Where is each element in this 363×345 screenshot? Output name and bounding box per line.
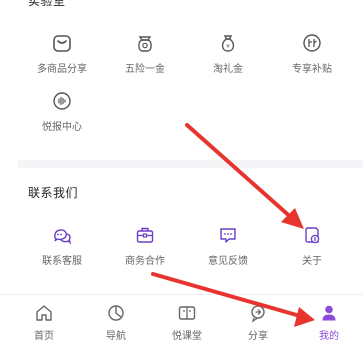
- social-insurance-item[interactable]: 五险一金: [109, 32, 181, 75]
- tab-home[interactable]: 首页: [14, 303, 74, 342]
- subsidy-label: 专享补贴: [292, 64, 332, 75]
- tab-share-label: 分享: [248, 331, 268, 342]
- tab-share[interactable]: 分享: [228, 303, 288, 342]
- taolijin-item[interactable]: ¥ 淘礼金: [192, 32, 264, 75]
- report-center-label: 悦报中心: [42, 122, 82, 133]
- tab-home-label: 首页: [34, 331, 54, 342]
- tab-classroom[interactable]: 悦课堂: [157, 303, 217, 342]
- tab-profile[interactable]: 我的: [299, 303, 359, 342]
- customer-service-icon: [54, 229, 72, 245]
- lab-section-title: 实验室: [28, 0, 66, 8]
- taolijin-label: 淘礼金: [213, 64, 243, 75]
- navigation-icon: [108, 305, 124, 321]
- customer-service-label: 联系客服: [42, 256, 82, 267]
- business-cooperation-label: 商务合作: [125, 256, 165, 267]
- about-item[interactable]: 关于: [276, 224, 348, 267]
- tab-navigation[interactable]: 导航: [86, 303, 146, 342]
- multi-product-share-item[interactable]: 多商品分享: [26, 32, 98, 75]
- multi-product-share-icon: [53, 35, 71, 52]
- feedback-icon: [220, 228, 236, 243]
- profile-page: 实验室 多商品分享 五险一金 ¥ 淘礼金 专享补贴 悦报中心 联系我们 联系客服…: [0, 0, 363, 345]
- report-center-item[interactable]: 悦报中心: [26, 90, 98, 133]
- bottom-tab-bar: 首页 导航 悦课堂 分享 我的: [0, 294, 363, 345]
- about-label: 关于: [302, 256, 322, 267]
- business-cooperation-item[interactable]: 商务合作: [109, 224, 181, 267]
- section-divider: [18, 160, 363, 168]
- business-cooperation-icon: [136, 227, 154, 243]
- tab-navigation-label: 导航: [106, 331, 126, 342]
- feedback-item[interactable]: 意见反馈: [192, 224, 264, 267]
- taolijin-bag-icon: ¥: [221, 35, 235, 52]
- social-insurance-icon: [138, 36, 152, 52]
- contact-section-title: 联系我们: [28, 186, 79, 200]
- multi-product-share-label: 多商品分享: [37, 64, 87, 75]
- classroom-icon: [178, 306, 196, 320]
- about-icon: [305, 227, 320, 244]
- subsidy-icon: [303, 34, 321, 52]
- customer-service-item[interactable]: 联系客服: [26, 224, 98, 267]
- tab-profile-label: 我的: [319, 331, 339, 342]
- svg-text:¥: ¥: [226, 44, 230, 50]
- share-icon: [251, 305, 265, 323]
- feedback-label: 意见反馈: [208, 256, 248, 267]
- report-center-icon: [53, 92, 71, 110]
- arrow-to-about: [185, 123, 296, 222]
- profile-icon: [322, 305, 336, 321]
- subsidy-item[interactable]: 专享补贴: [276, 32, 348, 75]
- tab-classroom-label: 悦课堂: [172, 331, 202, 342]
- home-icon: [36, 305, 52, 321]
- social-insurance-label: 五险一金: [125, 64, 165, 75]
